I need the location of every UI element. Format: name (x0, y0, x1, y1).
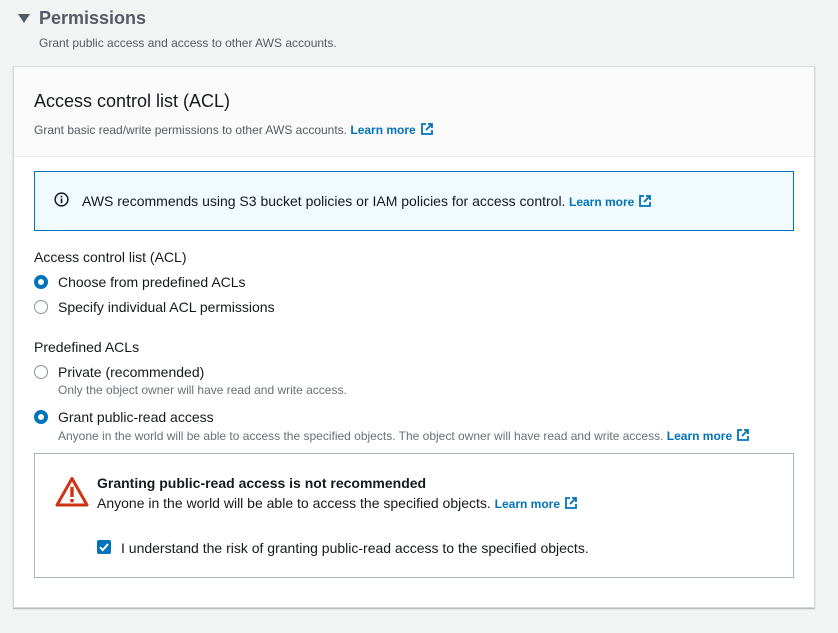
warning-icon (55, 477, 89, 507)
radio-predefined-acls[interactable] (34, 275, 48, 289)
warning-text-row: Anyone in the world will be able to acce… (97, 495, 578, 511)
external-link-icon (737, 429, 750, 441)
radio-public-read-label[interactable]: Grant public-read access (58, 409, 214, 425)
radio-private-description: Only the object owner will have read and… (58, 383, 347, 397)
radio-predefined-acls-label[interactable]: Choose from predefined ACLs (58, 274, 246, 290)
info-learn-more-link[interactable]: Learn more (569, 194, 652, 209)
acl-learn-more-link[interactable]: Learn more (350, 123, 433, 137)
external-link-icon (420, 123, 433, 135)
public-read-learn-more-link[interactable]: Learn more (667, 429, 750, 443)
radio-private-label[interactable]: Private (recommended) (58, 364, 204, 380)
caret-down-icon[interactable] (18, 14, 30, 23)
public-read-warning: Granting public-read access is not recom… (34, 453, 794, 578)
radio-public-read[interactable] (34, 410, 48, 424)
section-subtitle: Grant public access and access to other … (39, 36, 337, 50)
predefined-acls-label: Predefined ACLs (34, 339, 140, 355)
external-link-icon (639, 195, 652, 207)
radio-public-read-description: Anyone in the world will be able to acce… (58, 428, 750, 443)
warning-text: Anyone in the world will be able to acce… (97, 495, 491, 511)
radio-individual-acl-label[interactable]: Specify individual ACL permissions (58, 299, 275, 315)
acknowledge-risk-checkbox[interactable] (97, 540, 111, 554)
acl-panel: Access control list (ACL) Grant basic re… (13, 66, 815, 608)
warning-learn-more-link[interactable]: Learn more (495, 497, 578, 511)
acknowledge-risk-label[interactable]: I understand the risk of granting public… (121, 540, 589, 556)
section-title: Permissions (39, 8, 147, 28)
checkmark-icon (99, 543, 109, 552)
info-alert: AWS recommends using S3 bucket policies … (34, 171, 794, 231)
acl-description-text: Grant basic read/write permissions to ot… (34, 123, 348, 137)
radio-private[interactable] (34, 365, 48, 379)
info-icon (54, 192, 69, 207)
external-link-icon (565, 497, 577, 509)
acl-choice-label: Access control list (ACL) (34, 249, 187, 265)
acl-panel-header: Access control list (ACL) Grant basic re… (14, 67, 814, 157)
acl-panel-description: Grant basic read/write permissions to ot… (34, 122, 434, 137)
info-alert-text: AWS recommends using S3 bucket policies … (82, 193, 566, 209)
public-read-description-text: Anyone in the world will be able to acce… (58, 429, 664, 443)
warning-title: Granting public-read access is not recom… (97, 475, 427, 491)
acl-panel-title: Access control list (ACL) (34, 91, 231, 111)
radio-individual-acl[interactable] (34, 300, 48, 314)
